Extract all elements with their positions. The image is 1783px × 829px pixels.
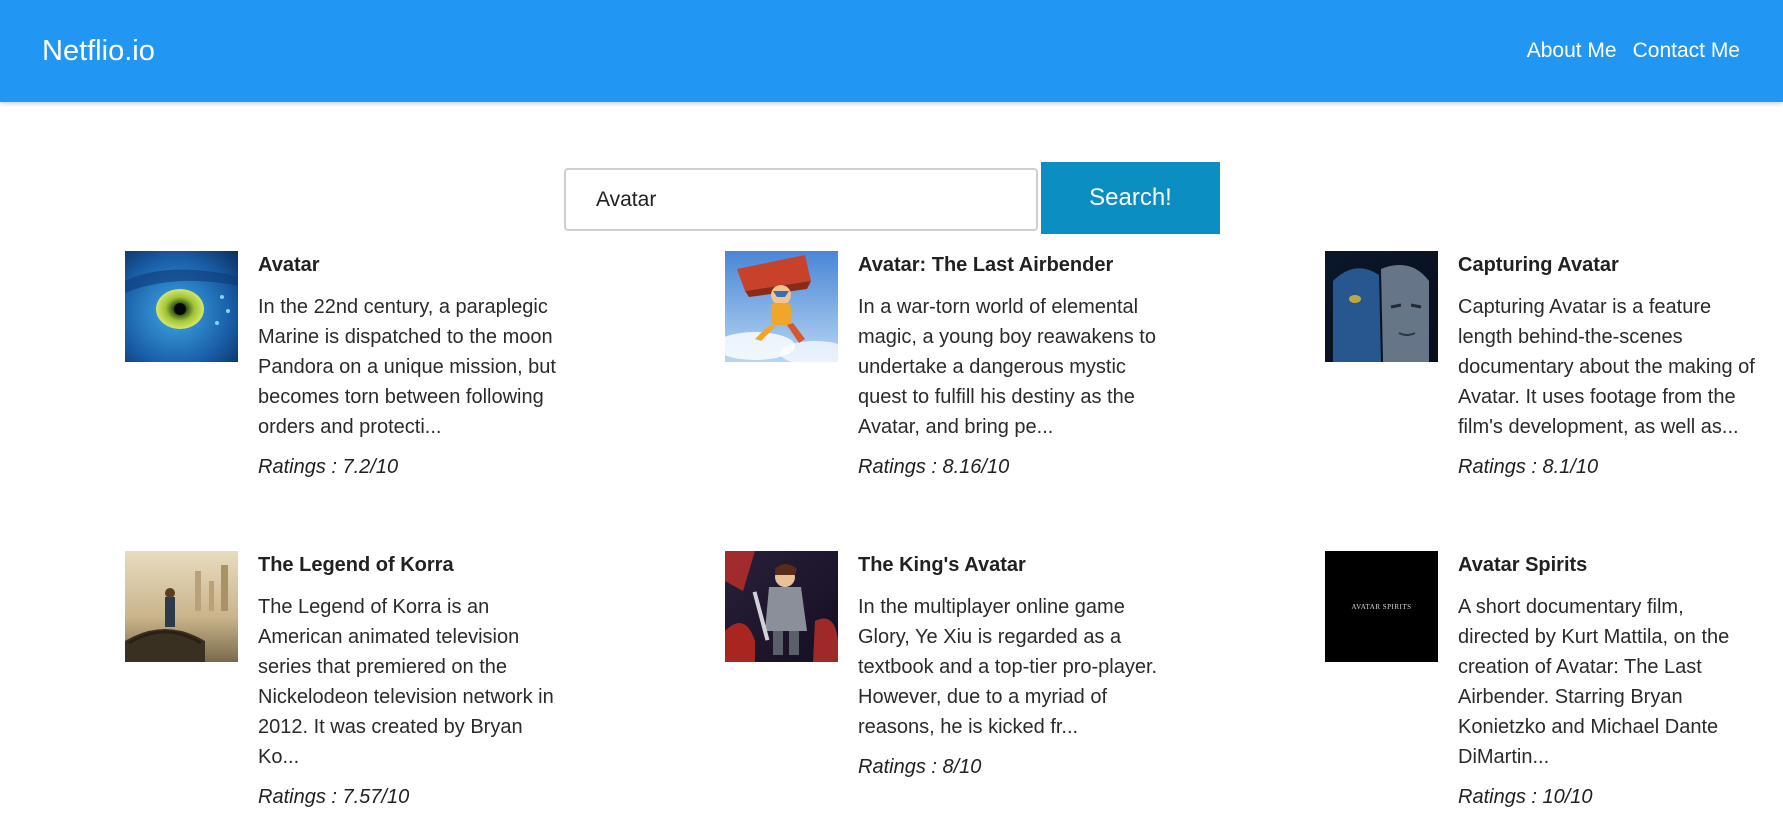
movie-poster-kings-avatar[interactable] [725, 551, 838, 662]
movie-poster-legend-of-korra[interactable] [125, 551, 238, 662]
movie-title[interactable]: Avatar Spirits [1458, 552, 1758, 578]
movie-poster-capturing-avatar[interactable] [1325, 251, 1438, 362]
movie-description: In the multiplayer online game Glory, Ye… [858, 596, 1158, 738]
movie-title[interactable]: Avatar [258, 252, 558, 278]
movie-description: The Legend of Korra is an American anima… [258, 596, 554, 768]
brand-logo[interactable]: Netflio.io [42, 34, 155, 68]
movie-rating: Ratings : 8/10 [858, 756, 982, 778]
movie-card-body: The King's Avatar In the multiplayer onl… [858, 551, 1158, 780]
movie-poster-avatar[interactable] [125, 251, 238, 362]
movie-rating: Ratings : 7.57/10 [258, 786, 410, 808]
movie-description: In a war-torn world of elemental magic, … [858, 296, 1156, 438]
search-input[interactable] [564, 168, 1038, 231]
movie-description: Capturing Avatar is a feature length beh… [1458, 296, 1755, 438]
movie-poster-the-last-airbender[interactable] [725, 251, 838, 362]
movie-card-body: Avatar In the 22nd century, a paraplegic… [258, 251, 558, 480]
movie-rating: Ratings : 10/10 [1458, 786, 1593, 808]
nav-links: About Me Contact Me [1511, 38, 1740, 64]
movie-title[interactable]: The Legend of Korra [258, 552, 558, 578]
poster-title-text: AVATAR SPIRITS [1351, 603, 1411, 611]
movie-rating: Ratings : 7.2/10 [258, 456, 399, 478]
nav-link-about-me[interactable]: About Me [1527, 38, 1617, 64]
movie-title[interactable]: Avatar: The Last Airbender [858, 252, 1158, 278]
movie-card-body: Capturing Avatar Capturing Avatar is a f… [1458, 251, 1758, 480]
navbar: Netflio.io About Me Contact Me [0, 0, 1783, 102]
movie-description: In the 22nd century, a paraplegic Marine… [258, 296, 556, 438]
movie-card-body: Avatar: The Last Airbender In a war-torn… [858, 251, 1158, 480]
nav-link-contact-me[interactable]: Contact Me [1633, 38, 1740, 64]
movie-poster-avatar-spirits[interactable]: AVATAR SPIRITS [1325, 551, 1438, 662]
movie-rating: Ratings : 8.1/10 [1458, 456, 1599, 478]
movie-card-body: The Legend of Korra The Legend of Korra … [258, 551, 558, 810]
movie-description: A short documentary film, directed by Ku… [1458, 596, 1730, 768]
search-button[interactable]: Search! [1041, 162, 1220, 234]
movie-title[interactable]: Capturing Avatar [1458, 252, 1758, 278]
movie-rating: Ratings : 8.16/10 [858, 456, 1010, 478]
movie-title[interactable]: The King's Avatar [858, 552, 1158, 578]
movie-card-body: Avatar Spirits A short documentary film,… [1458, 551, 1758, 810]
